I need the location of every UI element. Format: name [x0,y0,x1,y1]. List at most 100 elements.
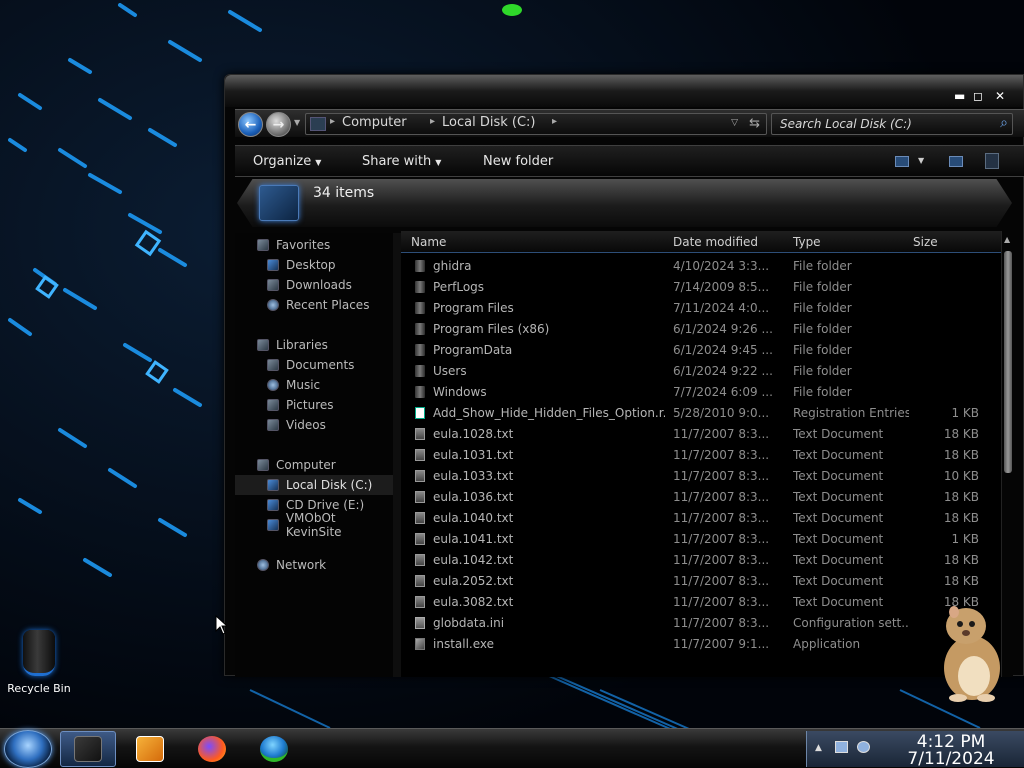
file-row[interactable]: eula.3082.txt 11/7/2007 8:3... Text Docume… [401,591,1001,612]
scrollbar-thumb[interactable] [1004,251,1012,473]
maximize-button[interactable]: ◻ [973,89,983,103]
file-size: 18 KB [943,490,979,504]
scroll-up-arrow-icon[interactable]: ▲ [1004,235,1010,244]
nav-libraries[interactable]: Libraries [257,335,328,355]
file-row[interactable]: eula.1031.txt 11/7/2007 8:3... Text Docume… [401,444,1001,465]
back-button[interactable]: ← [238,112,263,137]
search-icon[interactable]: ⌕ [1000,115,1008,131]
file-row[interactable]: ghidra 4/10/2024 3:3... File folder [401,255,1001,276]
help-icon[interactable] [985,153,999,169]
show-hidden-icons-icon[interactable]: ▲ [815,743,822,753]
refresh-icon[interactable]: ⇆ [749,116,760,131]
nav-item-label: Local Disk (C:) [286,478,373,492]
file-row[interactable]: Add_Show_Hide_Hidden_Files_Option.r... 5/… [401,402,1001,423]
file-row[interactable]: Program Files 7/11/2024 4:0... File folder [401,297,1001,318]
pane-splitter[interactable] [393,233,401,677]
file-date-modified: 7/7/2024 6:09 ... [673,385,773,399]
search-box[interactable]: ⌕ [771,113,1013,135]
file-size: 1 KB [951,532,979,546]
file-row[interactable]: Windows 7/7/2024 6:09 ... File folder [401,381,1001,402]
nav-favorites[interactable]: Favorites [257,235,330,255]
nav-item-videos[interactable]: Videos [267,415,326,435]
search-input[interactable] [780,116,980,132]
window-titlebar[interactable]: ▬ ◻ ✕ [225,75,1023,107]
file-row[interactable]: eula.1040.txt 11/7/2007 8:3... Text Docume… [401,507,1001,528]
preview-pane-icon[interactable] [949,156,963,167]
minimize-button[interactable]: ▬ [954,89,965,103]
nav-item-pictures[interactable]: Pictures [267,395,334,415]
address-bar[interactable]: ▸ Computer ▸ Local Disk (C:) ▸ ▽ ⇆ [305,113,767,135]
column-header-size[interactable]: Size [913,235,938,249]
nav-item-documents[interactable]: Documents [267,355,354,375]
share-with-button[interactable]: Share with ▼ [362,154,441,169]
file-row[interactable]: Users 6/1/2024 9:22 ... File folder [401,360,1001,381]
view-options-caret-icon[interactable]: ▼ [918,156,924,165]
forward-button[interactable]: → [266,112,291,137]
change-view-icon[interactable] [895,156,909,167]
file-row[interactable]: PerfLogs 7/14/2009 8:5... File folder [401,276,1001,297]
file-name: Program Files (x86) [433,322,550,336]
nav-item-label: Recent Places [286,298,370,312]
clock-date[interactable]: 7/11/2024 [881,749,1021,768]
breadcrumb-local-disk[interactable]: Local Disk (C:) [442,115,535,130]
nav-item-recent-places[interactable]: Recent Places [267,295,369,315]
start-button[interactable] [4,730,52,768]
address-dropdown-icon[interactable]: ▽ [731,118,738,128]
file-row[interactable]: install.exe 11/7/2007 9:1... Application [401,633,1001,654]
file-row[interactable]: Program Files (x86) 6/1/2024 9:26 ... File… [401,318,1001,339]
file-row[interactable]: eula.1041.txt 11/7/2007 8:3... Text Docume… [401,528,1001,549]
taskbar-firefox[interactable] [184,731,240,767]
column-headers: Name Date modified Type Size [401,231,1001,253]
system-tray: ▲ 4:12 PM 7/11/2024 [806,731,1024,768]
taskbar: ▲ 4:12 PM 7/11/2024 [0,728,1024,768]
nav-item-music[interactable]: Music [267,375,320,395]
file-name: eula.1041.txt [433,532,514,546]
file-row[interactable]: eula.1028.txt 11/7/2007 8:3... Text Docume… [401,423,1001,444]
breadcrumb-separator-icon[interactable]: ▸ [552,116,557,127]
file-row[interactable]: eula.1036.txt 11/7/2007 8:3... Text Docume… [401,486,1001,507]
file-name: Add_Show_Hide_Hidden_Files_Option.r... [433,406,665,420]
pictures-icon [267,399,279,411]
download-manager-icon [260,736,288,762]
recycle-bin[interactable]: Recycle Bin [4,630,74,695]
nav-network[interactable]: Network [257,555,326,575]
local-disk-icon [267,479,279,491]
taskbar-media-player[interactable] [122,731,178,767]
breadcrumb-separator-icon[interactable]: ▸ [330,116,335,127]
new-folder-button[interactable]: New folder [483,154,553,169]
libraries-icon [257,339,269,351]
nav-item-desktop[interactable]: Desktop [267,255,336,275]
nav-item-downloads[interactable]: Downloads [267,275,352,295]
file-row[interactable]: eula.2052.txt 11/7/2007 8:3... Text Docume… [401,570,1001,591]
doc-icon [415,428,425,440]
folder-icon [415,302,425,314]
nav-computer[interactable]: Computer [257,455,336,475]
file-type: Application [793,637,861,651]
file-row[interactable]: globdata.ini 11/7/2007 8:3... Configuratio… [401,612,1001,633]
taskbar-explorer[interactable] [60,731,116,767]
nav-item-local-disk[interactable]: Local Disk (C:) [235,475,393,495]
file-row[interactable]: ProgramData 6/1/2024 9:45 ... File folder [401,339,1001,360]
nav-item-label: CD Drive (E:) [286,498,365,512]
recent-pages-dropdown-icon[interactable]: ▼ [294,118,300,127]
file-type: Text Document [793,595,884,609]
file-row[interactable]: eula.1033.txt 11/7/2007 8:3... Text Docume… [401,465,1001,486]
nav-item-network-share[interactable]: VMObOt KevinSite [267,511,393,539]
column-header-name[interactable]: Name [411,235,446,249]
hamster-gadget[interactable] [936,600,1006,704]
action-center-icon[interactable] [835,741,848,753]
doc-icon [415,596,425,608]
column-header-type[interactable]: Type [793,235,821,249]
close-button[interactable]: ✕ [995,89,1005,103]
videos-icon [267,419,279,431]
nav-item-label: Downloads [286,278,352,292]
column-header-date[interactable]: Date modified [673,235,758,249]
computer-icon [257,459,269,471]
file-row[interactable]: eula.1042.txt 11/7/2007 8:3... Text Docume… [401,549,1001,570]
explorer-icon [74,736,102,762]
breadcrumb-separator-icon[interactable]: ▸ [430,116,435,127]
taskbar-download-manager[interactable] [246,731,302,767]
organize-button[interactable]: Organize ▼ [253,154,321,169]
volume-icon[interactable] [857,741,870,753]
breadcrumb-computer[interactable]: Computer [342,115,407,130]
